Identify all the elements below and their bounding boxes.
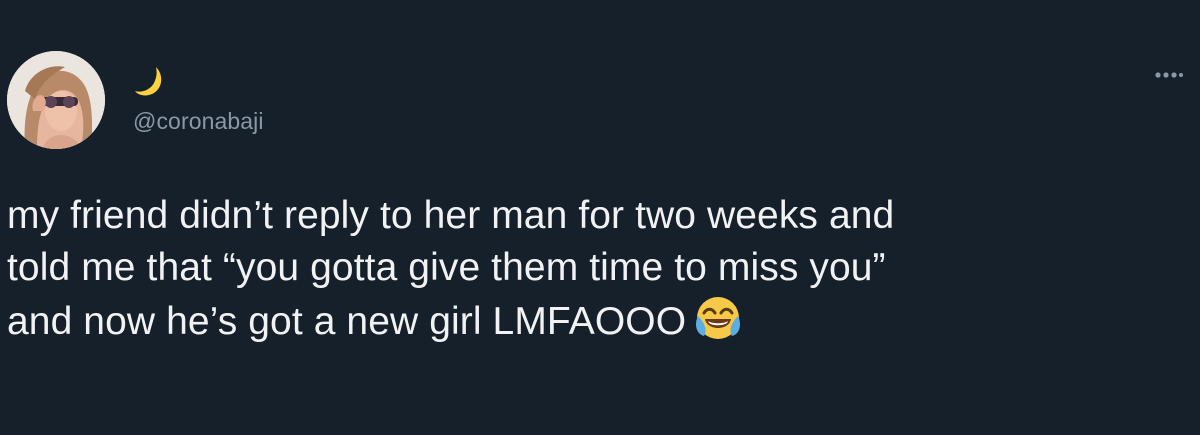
tweet-text: my friend didn’t reply to her man for tw… xyxy=(7,190,1167,348)
tweet-text-line-content: and now he’s got a new girl LMFAOOO xyxy=(7,300,687,343)
tweet-text-line-last: and now he’s got a new girl LMFAOOO xyxy=(7,294,1167,348)
profile-photo-icon xyxy=(7,51,105,149)
tweet-card: @coronabaji my friend didn’t reply to he… xyxy=(0,0,1200,435)
profile-avatar[interactable] xyxy=(7,51,105,149)
crescent-moon-icon xyxy=(134,64,168,98)
tweet-text-line: my friend didn’t reply to her man for tw… xyxy=(7,194,895,237)
author-handle[interactable]: @coronabaji xyxy=(133,108,264,135)
tears-of-joy-emoji-icon xyxy=(694,294,742,342)
display-name-row[interactable] xyxy=(134,64,168,102)
more-options-icon[interactable] xyxy=(1153,63,1183,87)
tweet-text-line: told me that “you gotta give them time t… xyxy=(7,246,886,289)
